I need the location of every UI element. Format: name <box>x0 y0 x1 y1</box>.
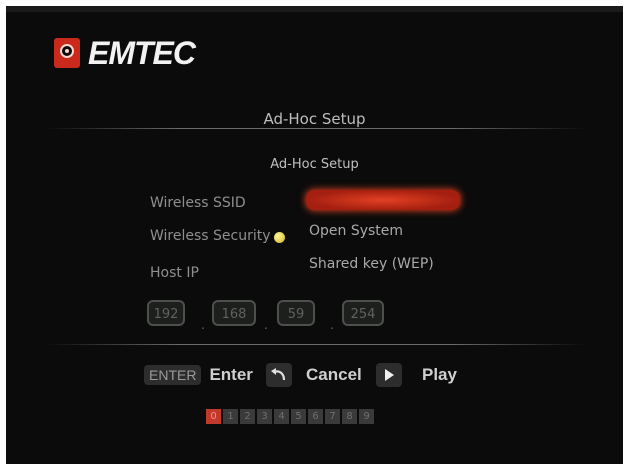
enter-hint[interactable]: ENTER Enter <box>144 362 253 388</box>
cancel-hint[interactable]: Cancel <box>266 362 362 388</box>
host-ip-label: Host IP <box>150 265 199 281</box>
enter-label: Enter <box>209 365 253 384</box>
page-item[interactable]: 3 <box>257 409 272 424</box>
page-item[interactable]: 7 <box>325 409 340 424</box>
play-hint[interactable]: Play <box>376 362 457 388</box>
wireless-security-label: Wireless Security <box>150 228 271 244</box>
ssid-input[interactable] <box>306 190 460 210</box>
page-item[interactable]: 9 <box>359 409 374 424</box>
enter-key-icon: ENTER <box>144 365 202 385</box>
page-item[interactable]: 2 <box>240 409 255 424</box>
security-option-open[interactable]: Open System <box>309 223 403 239</box>
tv-screen: EMTEC Ad-Hoc Setup Ad-Hoc Setup Wireless… <box>6 6 623 464</box>
panel-subtitle: Ad-Hoc Setup <box>270 157 359 172</box>
page-title: Ad-Hoc Setup <box>263 110 366 128</box>
title-divider <box>46 128 586 129</box>
page-item[interactable]: 6 <box>308 409 323 424</box>
cancel-label: Cancel <box>306 365 362 384</box>
ip-separator: . <box>201 318 205 332</box>
emtec-logo-icon <box>54 38 80 68</box>
ip-separator: . <box>264 318 268 332</box>
top-bar <box>6 6 623 12</box>
ip-octet-4[interactable]: 254 <box>342 300 384 326</box>
page-item[interactable]: 5 <box>291 409 306 424</box>
ip-separator: . <box>330 318 334 332</box>
emtec-logo: EMTEC <box>54 34 196 71</box>
play-icon <box>376 363 402 387</box>
logo-text: EMTEC <box>88 34 196 71</box>
page-item[interactable]: 1 <box>223 409 238 424</box>
security-option-wep[interactable]: Shared key (WEP) <box>309 256 434 272</box>
security-indicator-icon <box>274 232 285 243</box>
page-item[interactable]: 8 <box>342 409 357 424</box>
page-item[interactable]: 0 <box>206 409 221 424</box>
return-arrow-icon <box>266 363 292 387</box>
play-label: Play <box>422 365 457 384</box>
ip-octet-1[interactable]: 192 <box>147 300 185 326</box>
page-indicator: 0 1 2 3 4 5 6 7 8 9 <box>206 409 376 424</box>
ssid-label: Wireless SSID <box>150 195 246 211</box>
ip-octet-3[interactable]: 59 <box>277 300 315 326</box>
page-item[interactable]: 4 <box>274 409 289 424</box>
ip-octet-2[interactable]: 168 <box>212 300 256 326</box>
footer-divider <box>46 344 586 345</box>
